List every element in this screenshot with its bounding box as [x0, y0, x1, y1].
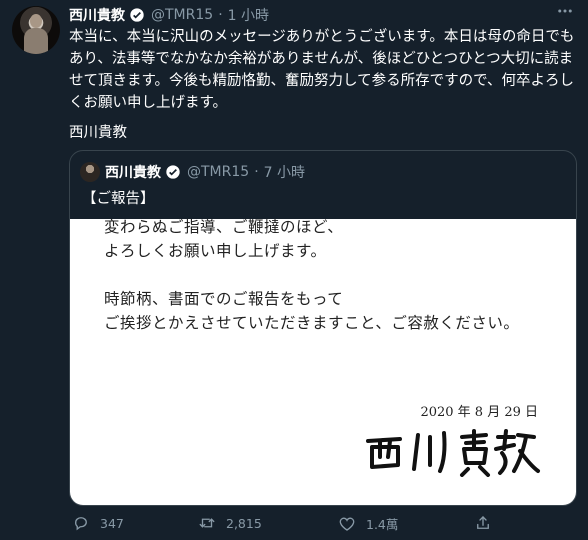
quoted-author-avatar	[80, 162, 100, 182]
more-options-icon[interactable]	[556, 2, 574, 24]
quoted-author-name: 西川貴教	[105, 165, 161, 181]
doc-line: 時節柄、書面でのご報告をもって	[104, 290, 344, 308]
doc-date: 2020 年 8 月 29 日	[420, 405, 538, 420]
verified-badge-icon	[166, 165, 180, 179]
reply-button[interactable]: 347	[72, 514, 124, 532]
quoted-title: 【ご報告】	[82, 191, 155, 207]
retweet-count: 2,815	[226, 515, 262, 531]
tweet-signature: 西川貴教	[69, 125, 127, 141]
like-count: 1.4萬	[366, 517, 399, 532]
retweet-icon	[199, 518, 215, 528]
doc-line: ご挨拶とかえさせていただきますこと、ご容赦ください。	[104, 314, 520, 332]
tweet-time[interactable]: 1 小時	[228, 5, 269, 25]
quoted-handle: @TMR15	[187, 164, 250, 180]
verified-badge-icon	[130, 8, 144, 22]
like-button[interactable]: 1.4萬	[338, 514, 398, 533]
tweet-actions: 347 2,815 1.4萬	[72, 514, 532, 536]
separator: ·	[218, 7, 223, 23]
share-icon	[477, 516, 489, 529]
reply-count: 347	[100, 515, 124, 531]
heart-icon	[339, 517, 355, 531]
quoted-image[interactable]: 変わらぬご指導、ご鞭撻のほど、 よろしくお願い申し上げます。 時節柄、書面でのご…	[70, 218, 576, 505]
quoted-time: 7 小時	[263, 165, 305, 181]
reply-icon	[75, 517, 87, 531]
share-button[interactable]	[474, 514, 502, 532]
author-avatar[interactable]	[12, 6, 60, 54]
handwritten-signature	[366, 429, 540, 477]
doc-line: よろしくお願い申し上げます。	[104, 242, 327, 260]
tweet-header: 西川貴教 @TMR15 · 1 小時	[69, 5, 269, 25]
doc-line: 変わらぬご指導、ご鞭撻のほど、	[104, 218, 344, 236]
quoted-header: 西川貴教 @TMR15 · 7 小時	[105, 162, 305, 182]
separator: ·	[254, 164, 259, 180]
retweet-button[interactable]: 2,815	[198, 514, 262, 532]
author-handle[interactable]: @TMR15	[151, 7, 213, 23]
tweet-text: 本当に、本当に沢山のメッセージありがとうございます。本日は母の命日でもあり、法事…	[69, 29, 575, 111]
author-name[interactable]: 西川貴教	[69, 5, 125, 25]
quoted-tweet[interactable]: 西川貴教 @TMR15 · 7 小時 【ご報告】 変わらぬご指導、ご鞭撻のほど、…	[69, 150, 577, 506]
